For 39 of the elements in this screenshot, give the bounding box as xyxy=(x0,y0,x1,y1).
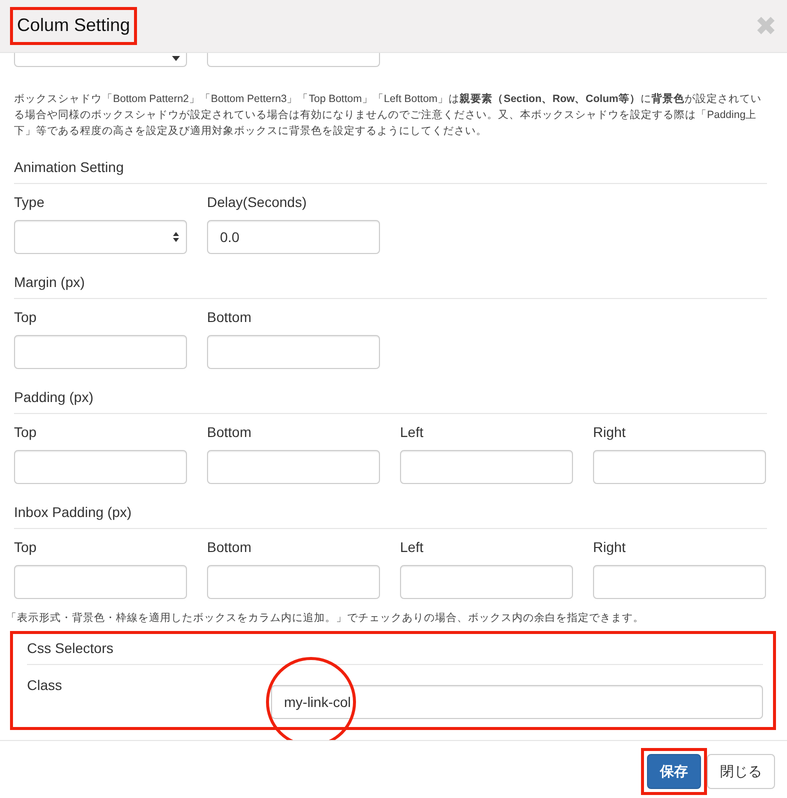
field-label: Bottom xyxy=(207,539,252,556)
field-label: Type xyxy=(14,194,46,211)
field-label: Bottom xyxy=(207,424,252,441)
save-button[interactable]: 保存 xyxy=(647,754,701,789)
input-field[interactable] xyxy=(14,450,187,484)
section-heading: Margin (px) xyxy=(14,272,767,299)
input-field[interactable] xyxy=(207,450,380,484)
field-label: Top xyxy=(14,309,38,326)
note-text: ボックスシャドウ「Bottom Pattern2」「Bottom Pettern3」「Top Bottom」「Left Bottom」は親要素（Section、Row、Colum等）に背景色が設定されている場合や同様のボックスシャドウが設定されている場合は有効になりませんのでご注意ください。又、本ボックスシャドウを設定する際は「Padding上下」等である程度の高さを設定及び適用対象ボックスに背景色を設定するようにしてください。 xyxy=(14,92,762,139)
input-field[interactable]: my-link-col xyxy=(271,684,763,719)
field-label: Bottom xyxy=(207,309,252,326)
section-heading: Animation Setting xyxy=(14,157,767,184)
section-heading: Css Selectors xyxy=(27,638,763,665)
input-field[interactable]: 0.0 xyxy=(207,220,380,254)
section-heading: Inbox Padding (px) xyxy=(14,502,767,529)
input-field[interactable] xyxy=(593,450,766,484)
dialog-title: Colum Setting xyxy=(10,7,138,45)
field-label: Class xyxy=(27,676,64,695)
input-field[interactable] xyxy=(207,565,380,599)
select-field[interactable] xyxy=(14,53,187,67)
field-label: Right xyxy=(593,539,627,556)
field-label: Left xyxy=(400,424,424,441)
field-label: Right xyxy=(593,424,627,441)
field-label: Left xyxy=(400,539,424,556)
input-field[interactable] xyxy=(207,335,380,369)
field-label: Top xyxy=(14,539,38,556)
select-field[interactable] xyxy=(14,220,187,254)
input-field[interactable] xyxy=(207,53,380,67)
note-text: 「表示形式・背景色・枠線を適用したボックスをカラム内に追加。」でチェックありの場合、ボックス内の余白を指定できます。 xyxy=(6,611,645,626)
caret-icon xyxy=(172,56,180,61)
field-label: Top xyxy=(14,424,38,441)
input-field[interactable] xyxy=(14,335,187,369)
close-button[interactable]: 閉じる xyxy=(707,754,775,789)
input-field[interactable] xyxy=(593,565,766,599)
input-field[interactable] xyxy=(14,565,187,599)
input-field[interactable] xyxy=(400,565,573,599)
section-heading: Padding (px) xyxy=(14,387,767,414)
input-field[interactable] xyxy=(400,450,573,484)
field-label: Delay(Seconds) xyxy=(207,194,308,211)
